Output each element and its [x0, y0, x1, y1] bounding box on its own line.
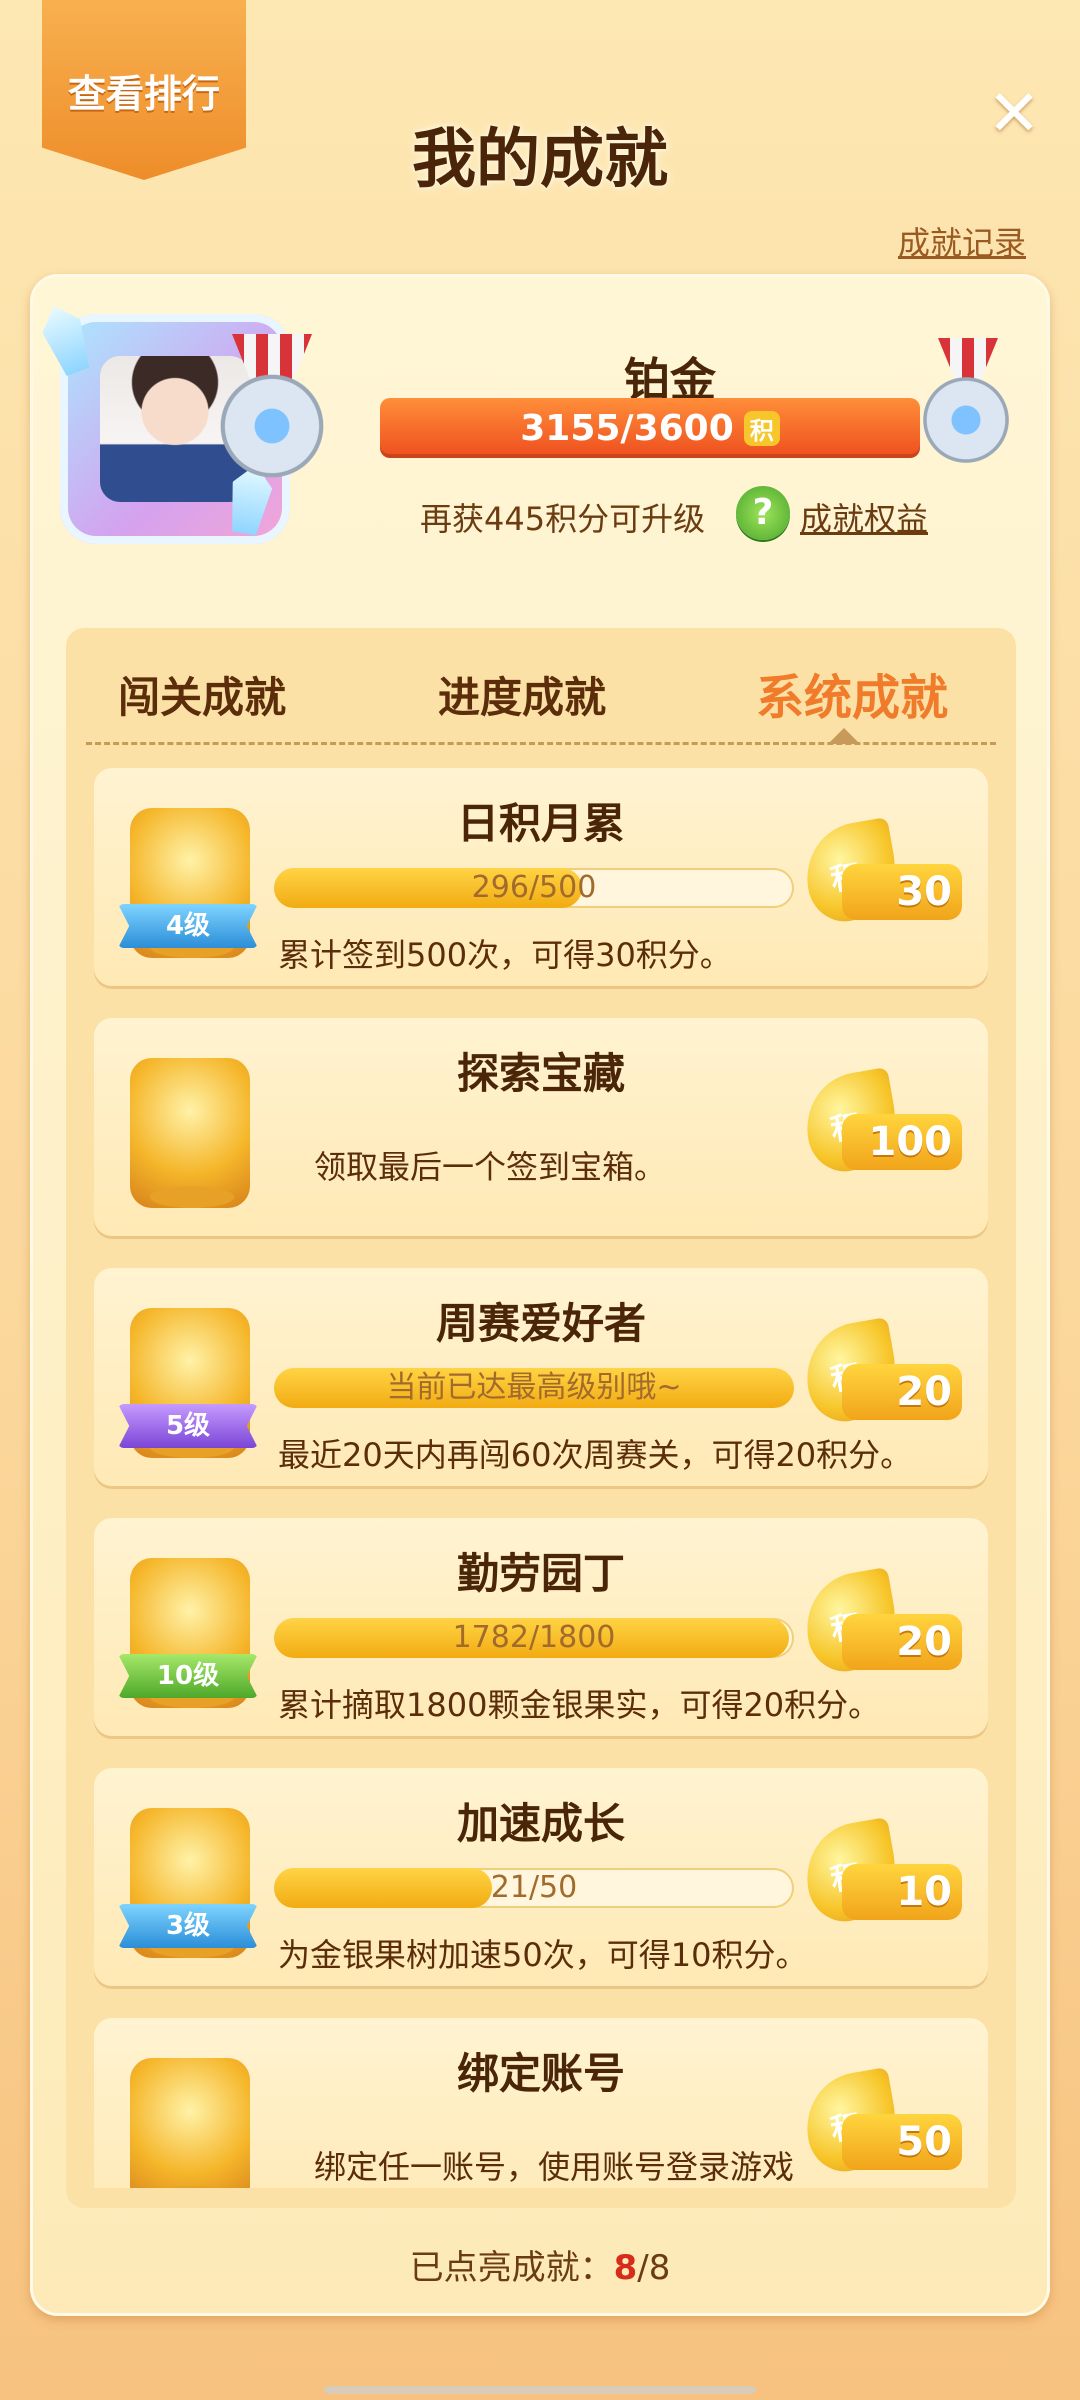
achievement-record-link[interactable]: 成就记录 — [898, 218, 1026, 264]
rank-progress-bar: 3155/3600 积 — [380, 398, 920, 458]
achievement-card[interactable]: 3级加速成长21/50为金银果树加速50次，可得10积分。积10 — [94, 1768, 988, 1986]
question-icon[interactable]: ? — [736, 486, 790, 540]
achievement-card[interactable]: 探索宝藏领取最后一个签到宝箱。积100 — [94, 1018, 988, 1236]
close-icon[interactable]: ✕ — [984, 82, 1044, 146]
achievement-panel: 铂金 3155/3600 积 再获445积分可升级 ? 成就权益 闯关成就 进度… — [30, 274, 1050, 2316]
points-value: 20 — [842, 1364, 962, 1420]
achievement-list-container: 闯关成就 进度成就 系统成就 4级 日积月累 296/500 累计签到500次，可得3… — [66, 628, 1016, 2208]
points-reward-badge: 积30 — [798, 816, 964, 928]
achievement-description: 领取最后一个签到宝箱。 — [314, 1148, 667, 1186]
lit-achievements-summary: 已点亮成就：8/8 — [30, 2240, 1050, 2289]
points-value: 10 — [842, 1864, 962, 1920]
tab-progress-achievements[interactable]: 进度成就 — [438, 664, 606, 725]
level-badge: 3级 — [118, 1904, 258, 1948]
achievement-description: 累计签到500次，可得30积分。 — [278, 936, 732, 974]
achievement-benefits-link[interactable]: 成就权益 — [800, 494, 928, 540]
points-reward-badge: 积50 — [798, 2066, 964, 2178]
level-badge: 4级 — [118, 904, 258, 948]
achievement-description: 绑定任一账号，使用账号登录游戏 — [314, 2148, 795, 2186]
crystal-icon — [35, 299, 97, 378]
active-tab-caret — [828, 728, 860, 744]
achievement-tabs: 闯关成就 进度成就 系统成就 — [66, 664, 1016, 734]
achievement-card[interactable]: 5级周赛爱好者当前已达最高级别哦~最近20天内再闯60次周赛关，可得20积分。积… — [94, 1268, 988, 1486]
progress-text: 21/50 — [490, 1870, 578, 1905]
achievement-progress-bar: 当前已达最高级别哦~ — [274, 1368, 794, 1408]
points-icon: 积 — [743, 410, 780, 446]
total-count: 8 — [648, 2248, 671, 2288]
achievement-list[interactable]: 4级日积月累296/500累计签到500次，可得30积分。积30探索宝藏领取最后… — [94, 768, 988, 2188]
achievement-description: 最近20天内再闯60次周赛关，可得20积分。 — [278, 1436, 913, 1474]
points-value: 50 — [842, 2114, 962, 2170]
page-title: 我的成就 — [412, 123, 668, 197]
achievement-progress-bar: 21/50 — [274, 1868, 794, 1908]
points-value: 20 — [842, 1614, 962, 1670]
points-value: 30 — [842, 864, 962, 920]
points-value: 100 — [842, 1114, 962, 1170]
level-badge: 10级 — [118, 1654, 258, 1698]
lit-count: 8 — [613, 2248, 638, 2288]
level-badge: 5级 — [118, 1404, 258, 1448]
lit-label: 已点亮成就： — [409, 2248, 614, 2288]
trophy-base-icon — [150, 1186, 234, 1208]
achievement-card[interactable]: 绑定账号绑定任一账号，使用账号登录游戏积50 — [94, 2018, 988, 2188]
achievement-card[interactable]: 4级日积月累296/500累计签到500次，可得30积分。积30 — [94, 768, 988, 986]
achievement-description: 为金银果树加速50次，可得10积分。 — [278, 1936, 808, 1974]
achievement-progress-bar: 296/500 — [274, 868, 794, 908]
tab-system-achievements[interactable]: 系统成就 — [756, 658, 948, 728]
progress-text: 当前已达最高级别哦~ — [386, 1370, 682, 1405]
points-reward-badge: 积10 — [798, 1816, 964, 1928]
rank-progress-text: 3155/3600 — [520, 407, 734, 449]
achievement-card[interactable]: 10级勤劳园丁1782/1800累计摘取1800颗金银果实，可得20积分。积20 — [94, 1518, 988, 1736]
achievement-description: 累计摘取1800颗金银果实，可得20积分。 — [278, 1686, 881, 1724]
points-reward-badge: 积20 — [798, 1566, 964, 1678]
platinum-medal-icon — [212, 366, 332, 486]
achievement-progress-bar: 1782/1800 — [274, 1618, 794, 1658]
lit-separator: / — [637, 2248, 649, 2288]
progress-text: 1782/1800 — [452, 1620, 616, 1655]
next-rank-medal-icon — [916, 370, 1016, 470]
home-indicator[interactable] — [324, 2386, 756, 2394]
points-reward-badge: 积100 — [798, 1066, 964, 1178]
points-reward-badge: 积20 — [798, 1316, 964, 1428]
progress-text: 296/500 — [471, 870, 597, 905]
upgrade-hint: 再获445积分可升级 — [420, 500, 706, 538]
tab-level-achievements[interactable]: 闯关成就 — [118, 664, 286, 725]
